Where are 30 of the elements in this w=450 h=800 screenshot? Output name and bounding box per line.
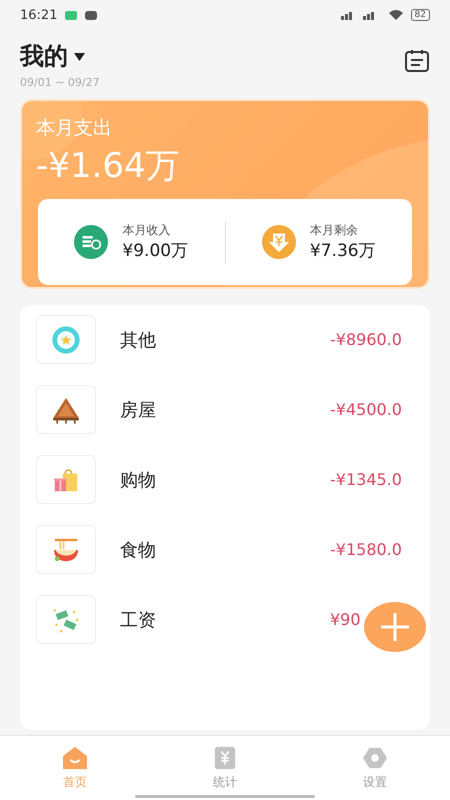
stat-value: ¥7.36万	[310, 240, 376, 262]
stat-label: 本月收入	[122, 222, 172, 239]
category-amount: -¥1345.0	[330, 470, 402, 489]
status-time: 16:21	[20, 8, 58, 22]
category-name[interactable]: 其他	[120, 328, 156, 352]
category-name[interactable]: 房屋	[120, 398, 156, 422]
ticket-icon	[212, 746, 238, 770]
home-icon	[62, 746, 88, 770]
category-name[interactable]: 购物	[120, 468, 156, 492]
battery-icon: 82	[410, 9, 430, 21]
stat-value: ¥9.00万	[122, 240, 188, 262]
page-title[interactable]: 我的	[20, 40, 68, 72]
category-name[interactable]: 食物	[120, 538, 156, 562]
category-amount: -¥1580.0	[330, 540, 402, 559]
expense-amount: -¥1.64万	[36, 145, 181, 188]
stat-label: 本月剩余	[310, 222, 359, 239]
coins-icon	[74, 225, 108, 259]
expense-label: 本月支出	[36, 116, 113, 141]
category-name[interactable]: 工资	[120, 608, 156, 632]
notification-icon	[65, 10, 78, 20]
category-amount: -¥4500.0	[330, 400, 402, 419]
date-range: 09/01 ~ 09/27	[20, 76, 100, 89]
plus-icon	[380, 612, 410, 642]
notification-icon	[85, 10, 98, 20]
settings-icon	[362, 746, 388, 770]
category-amount: ¥90	[330, 610, 361, 629]
category-amount: -¥8960.0	[330, 330, 402, 349]
wifi-icon	[388, 10, 403, 20]
caret-icon[interactable]	[74, 52, 85, 60]
calendar-icon[interactable]	[404, 48, 430, 74]
